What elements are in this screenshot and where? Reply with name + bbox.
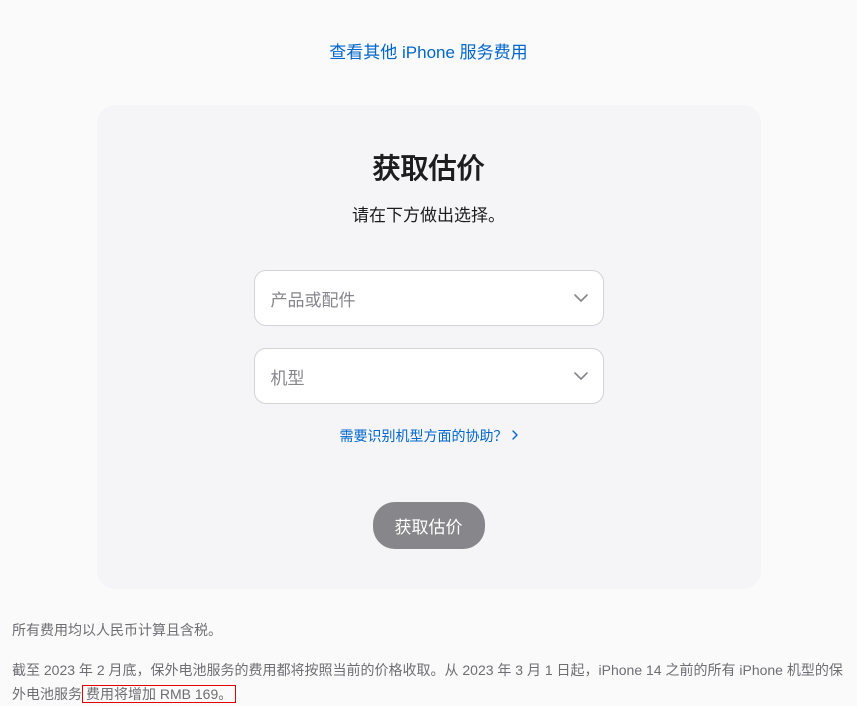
help-link-text: 需要识别机型方面的协助？ [340, 426, 508, 446]
footer-line-1: 所有费用均以人民币计算且含税。 [12, 619, 845, 643]
top-link-wrapper: 查看其他 iPhone 服务费用 [10, 0, 847, 105]
estimate-card: 获取估价 请在下方做出选择。 产品或配件 机型 需要识别机型方面 [97, 105, 761, 589]
product-select-wrapper: 产品或配件 [254, 270, 604, 326]
card-title: 获取估价 [137, 147, 721, 187]
product-select-placeholder: 产品或配件 [271, 286, 356, 311]
card-subtitle: 请在下方做出选择。 [137, 201, 721, 226]
chevron-right-icon [512, 429, 518, 443]
footer-highlight: 费用将增加 RMB 169。 [82, 685, 236, 703]
get-estimate-button[interactable]: 获取估价 [373, 502, 485, 549]
footer-line-2: 截至 2023 年 2 月底，保外电池服务的费用都将按照当前的价格收取。从 20… [12, 659, 845, 706]
model-select-wrapper: 机型 [254, 348, 604, 404]
model-select-placeholder: 机型 [271, 364, 305, 389]
model-select[interactable]: 机型 [254, 348, 604, 404]
other-services-link[interactable]: 查看其他 iPhone 服务费用 [329, 43, 527, 62]
product-select[interactable]: 产品或配件 [254, 270, 604, 326]
help-link[interactable]: 需要识别机型方面的协助？ [340, 426, 518, 446]
